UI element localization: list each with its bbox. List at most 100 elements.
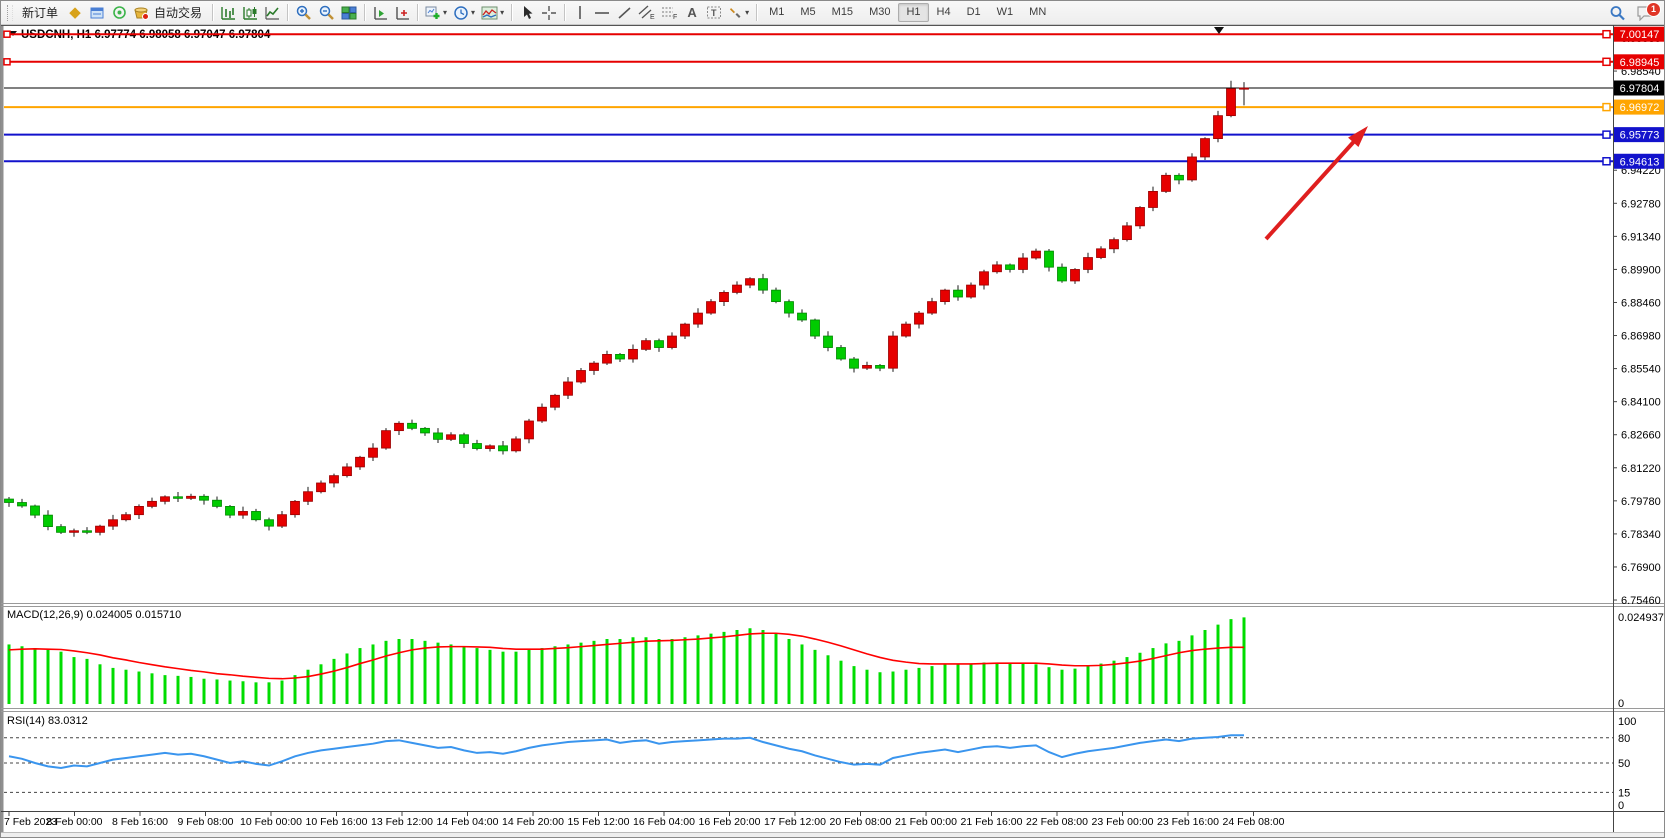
candle — [694, 313, 703, 324]
horizontal-line-tool[interactable] — [591, 3, 613, 23]
search-icon — [1609, 5, 1626, 21]
toolbar-right: 1 — [1606, 3, 1661, 23]
candle — [213, 500, 222, 506]
line-anchor[interactable] — [1603, 131, 1610, 138]
new-chart-button[interactable]: ▾ — [422, 3, 450, 23]
zoom-out-button[interactable] — [315, 3, 338, 23]
chart-shift-icon — [394, 6, 410, 20]
candle — [278, 515, 287, 526]
auto-scroll-icon — [372, 6, 388, 20]
line-anchor[interactable] — [4, 59, 10, 65]
candle — [798, 313, 807, 320]
auto-trading-button[interactable]: 自动交易 — [130, 3, 208, 23]
market-watch-icon[interactable] — [86, 3, 108, 23]
tile-windows-button[interactable] — [338, 3, 360, 23]
price-axis-tick-label: 6.76900 — [1621, 562, 1661, 574]
line-anchor[interactable] — [4, 31, 10, 37]
candle — [330, 476, 339, 483]
candle — [317, 483, 326, 492]
line-anchor[interactable] — [1603, 104, 1610, 111]
rsi-axis-label: 80 — [1618, 733, 1630, 745]
text-tool[interactable]: A — [681, 3, 703, 23]
candle — [174, 497, 183, 499]
toolbar-grip[interactable] — [7, 5, 13, 21]
chart-host: USDCNH, H1 6.97774 6.98058 6.97047 6.978… — [1, 25, 1665, 838]
cursor-tool-button[interactable] — [516, 3, 538, 23]
notification-badge: 1 — [1646, 2, 1661, 17]
timeframe-m1[interactable]: M1 — [761, 3, 792, 22]
timeframe-d1[interactable]: D1 — [959, 3, 989, 22]
candle — [1149, 191, 1158, 207]
indicators-button[interactable]: ▾ — [478, 3, 507, 23]
periods-button[interactable]: ▾ — [450, 3, 478, 23]
candle — [1110, 240, 1119, 249]
price-badge-label: 6.98945 — [1620, 57, 1660, 69]
chart-shift-button[interactable] — [391, 3, 413, 23]
vertical-line-tool[interactable] — [569, 3, 591, 23]
depth-of-market-icon[interactable]: ◆ — [64, 3, 86, 23]
candle — [1136, 207, 1145, 225]
candle — [70, 531, 79, 533]
price-badge-label: 6.95773 — [1620, 130, 1660, 142]
text-label-tool[interactable]: T — [703, 3, 725, 23]
line-anchor[interactable] — [1603, 58, 1610, 65]
candle — [564, 382, 573, 395]
date-label: 23 Feb 16:00 — [1157, 816, 1219, 828]
search-button[interactable] — [1606, 3, 1629, 23]
bar-chart-type-button[interactable] — [217, 3, 239, 23]
candle — [850, 359, 859, 368]
candle — [109, 520, 118, 526]
auto-trading-icon — [133, 5, 149, 20]
svg-text:F: F — [673, 14, 677, 20]
line-chart-type-button[interactable] — [261, 3, 283, 23]
vertical-line-icon — [574, 5, 586, 20]
crosshair-icon — [541, 5, 557, 21]
timeframe-group: M1M5M15M30H1H4D1W1MN — [761, 3, 1054, 22]
candle — [161, 497, 170, 502]
crosshair-tool-button[interactable] — [538, 3, 560, 23]
date-label: 17 Feb 12:00 — [764, 816, 826, 828]
candle — [733, 285, 742, 292]
candle — [447, 435, 456, 440]
arrows-tool[interactable]: ▾ — [725, 3, 752, 23]
rsi-label: RSI(14) 83.0312 — [7, 715, 88, 727]
timeframe-m30[interactable]: M30 — [861, 3, 898, 22]
price-axis-tick-label: 6.86980 — [1621, 331, 1661, 343]
candle — [343, 467, 352, 476]
auto-scroll-button[interactable] — [369, 3, 391, 23]
candle — [96, 526, 105, 532]
candle — [772, 290, 781, 301]
fibonacci-tool[interactable]: F — [658, 3, 681, 23]
price-axis-tick-label: 6.92780 — [1621, 198, 1661, 210]
date-label: 23 Feb 00:00 — [1092, 816, 1154, 828]
toolbar-separator — [756, 4, 757, 21]
line-anchor[interactable] — [1603, 158, 1610, 165]
date-label: 9 Feb 08:00 — [177, 816, 233, 828]
app-window: 新订单 ◆ 自动交易 — [0, 0, 1665, 838]
candle — [187, 496, 196, 498]
candle — [1032, 251, 1041, 258]
date-label: 21 Feb 00:00 — [895, 816, 957, 828]
candle — [1058, 267, 1067, 281]
timeframe-mn[interactable]: MN — [1021, 3, 1054, 22]
candle — [681, 324, 690, 336]
candle — [382, 431, 391, 448]
trendline-tool[interactable] — [613, 3, 635, 23]
timeframe-m5[interactable]: M5 — [792, 3, 823, 22]
equidistant-channel-tool[interactable]: E — [635, 3, 658, 23]
new-order-button[interactable]: 新订单 — [16, 3, 64, 23]
candle — [980, 272, 989, 285]
signals-icon[interactable] — [108, 3, 130, 23]
candlestick-chart-type-button[interactable] — [239, 3, 261, 23]
timeframe-m15[interactable]: M15 — [824, 3, 861, 22]
chart-area[interactable]: USDCNH, H1 6.97774 6.98058 6.97047 6.978… — [1, 25, 1665, 838]
line-anchor[interactable] — [1603, 31, 1610, 38]
chat-button[interactable]: 1 — [1633, 3, 1657, 23]
candle — [57, 527, 66, 533]
timeframe-h4[interactable]: H4 — [929, 3, 959, 22]
zoom-in-button[interactable] — [292, 3, 315, 23]
price-axis-tick-label: 6.78340 — [1621, 529, 1661, 541]
timeframe-h1[interactable]: H1 — [898, 3, 928, 22]
timeframe-w1[interactable]: W1 — [989, 3, 1022, 22]
candle — [473, 443, 482, 448]
